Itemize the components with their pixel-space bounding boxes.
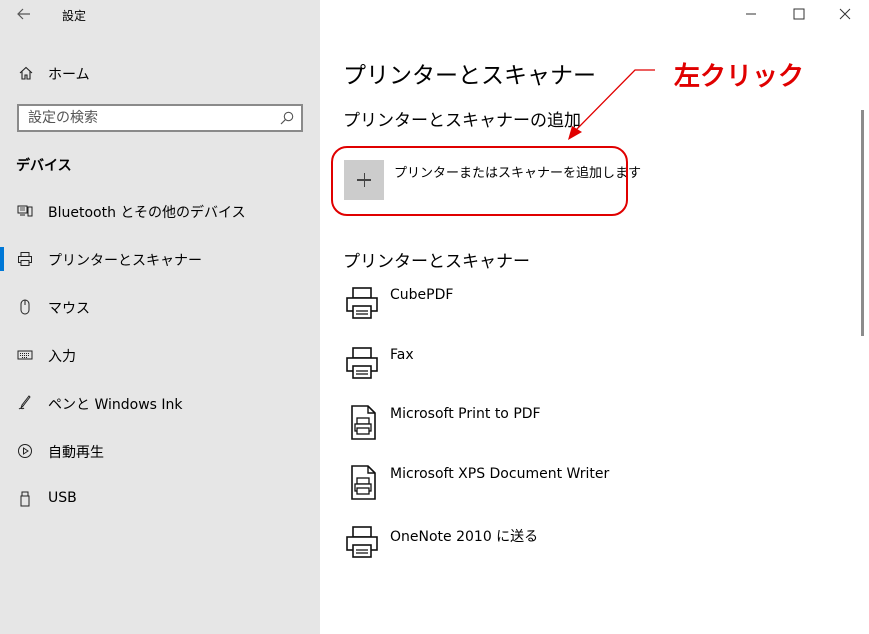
sidebar-item-label: マウス (48, 301, 90, 317)
close-icon[interactable] (837, 6, 853, 24)
printer-name: CubePDF (390, 287, 454, 303)
printer-list-title: プリンターとスキャナー (343, 252, 530, 272)
autoplay-icon (17, 443, 33, 459)
document-printer-icon (344, 464, 380, 502)
annotation-arrow (568, 69, 655, 140)
sidebar-item-home[interactable]: ホーム (0, 58, 320, 88)
page-title: プリンターとスキャナー (343, 63, 596, 89)
search-box[interactable] (17, 104, 303, 132)
printer-icon (344, 524, 380, 562)
printer-item-onenote[interactable]: OneNote 2010 に送る (340, 524, 640, 572)
search-icon[interactable] (279, 110, 295, 126)
sidebar-item-label: Bluetooth とその他のデバイス (48, 205, 246, 221)
bluetooth-devices-icon (17, 203, 33, 219)
maximize-icon[interactable] (791, 6, 807, 24)
sidebar-item-pen[interactable]: ペンと Windows Ink (0, 386, 320, 420)
printer-item-cubepdf[interactable]: CubePDF (340, 285, 640, 333)
back-arrow-icon[interactable] (16, 6, 32, 24)
section-title-devices: デバイス (16, 158, 72, 174)
keyboard-icon (17, 347, 33, 363)
home-icon (18, 65, 34, 81)
printer-icon (344, 345, 380, 383)
printer-name: Microsoft Print to PDF (390, 406, 541, 422)
add-section-title: プリンターとスキャナーの追加 (343, 111, 581, 131)
printer-icon (17, 251, 33, 267)
annotation-text: 左クリック (674, 62, 805, 92)
printer-item-ms-xps[interactable]: Microsoft XPS Document Writer (340, 464, 640, 512)
usb-icon (17, 491, 33, 507)
sidebar-item-usb[interactable]: USB (0, 482, 320, 516)
printer-icon (344, 285, 380, 323)
active-indicator (0, 247, 4, 271)
sidebar-item-printers[interactable]: プリンターとスキャナー (0, 242, 320, 276)
sidebar-item-label: USB (48, 490, 77, 506)
sidebar-item-label: ホーム (48, 67, 90, 83)
pen-icon (17, 395, 33, 411)
sidebar-item-label: 自動再生 (48, 445, 104, 461)
sidebar-item-bluetooth[interactable]: Bluetooth とその他のデバイス (0, 194, 320, 228)
printer-name: OneNote 2010 に送る (390, 529, 539, 545)
sidebar-item-label: 入力 (48, 349, 76, 365)
sidebar-item-label: プリンターとスキャナー (48, 253, 202, 269)
sidebar-item-autoplay[interactable]: 自動再生 (0, 434, 320, 468)
sidebar-item-typing[interactable]: 入力 (0, 338, 320, 372)
sidebar-item-label: ペンと Windows Ink (48, 397, 183, 413)
document-printer-icon (344, 404, 380, 442)
minimize-icon[interactable] (743, 6, 759, 24)
scrollbar-thumb[interactable] (861, 110, 864, 336)
sidebar: 設定 ホーム デバイス Bluetooth とその他のデバイス プリンターとスキ… (0, 0, 320, 634)
search-input[interactable] (19, 106, 278, 130)
printer-item-fax[interactable]: Fax (340, 345, 640, 393)
mouse-icon (17, 299, 33, 315)
printer-name: Microsoft XPS Document Writer (390, 466, 610, 482)
window-title: 設定 (62, 9, 87, 23)
highlight-ring (331, 146, 628, 216)
printer-name: Fax (390, 347, 414, 363)
sidebar-item-mouse[interactable]: マウス (0, 290, 320, 324)
printer-item-ms-print-pdf[interactable]: Microsoft Print to PDF (340, 404, 640, 452)
